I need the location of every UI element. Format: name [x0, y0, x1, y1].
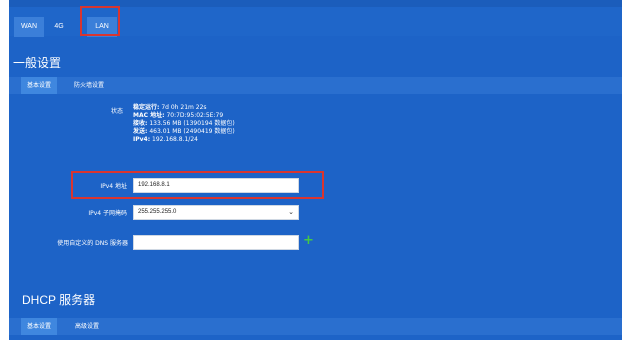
general-subtab-bar: 基本设置 防火墙设置 [9, 77, 622, 94]
tx-value: 463.01 MB (2490419 数据包) [149, 128, 235, 135]
ipv4-key: IPv4: [133, 136, 151, 143]
general-settings-title: 一般设置 [13, 56, 62, 70]
status-mac: MAC 地址: 70:7D:95:02:5E:79 [133, 112, 235, 120]
custom-dns-label: 使用自定义的 DNS 服务器 [57, 240, 128, 247]
left-margin [0, 0, 9, 340]
rx-key: 接收: [133, 120, 148, 127]
status-uptime: 稳定运行: 7d 0h 21m 22s [133, 104, 235, 112]
tab-wan[interactable]: WAN [14, 17, 44, 37]
status-ipv4: IPv4: 192.168.8.1/24 [133, 136, 235, 144]
uptime-key: 稳定运行: [133, 104, 160, 111]
highlight-lan-tab [80, 6, 120, 36]
subtab-firewall-settings[interactable]: 防火墙设置 [67, 77, 111, 94]
tab-4g[interactable]: 4G [48, 17, 70, 37]
dhcp-server-title: DHCP 服务器 [22, 293, 96, 307]
uptime-value: 7d 0h 21m 22s [161, 104, 207, 111]
tx-key: 发送: [133, 128, 148, 135]
chevron-down-icon: ⌄ [288, 209, 294, 216]
custom-dns-input[interactable] [133, 235, 299, 250]
highlight-ipv4-address [71, 171, 324, 199]
plus-icon[interactable]: + [303, 233, 314, 248]
status-info: 稳定运行: 7d 0h 21m 22s MAC 地址: 70:7D:95:02:… [133, 104, 235, 144]
status-rx: 接收: 133.56 MB (1390194 数据包) [133, 120, 235, 128]
netmask-value: 255.255.255.0 [138, 209, 177, 215]
netmask-label: IPv4 子网掩码 [88, 210, 127, 217]
subtab-dhcp-advanced[interactable]: 高级设置 [67, 318, 107, 335]
router-config-panel: WAN 4G LAN 一般设置 基本设置 防火墙设置 状态 稳定运行: 7d 0… [9, 0, 622, 340]
ipv4-value: 192.168.8.1/24 [152, 136, 198, 143]
rx-value: 133.56 MB (1390194 数据包) [149, 120, 235, 127]
subtab-basic-settings[interactable]: 基本设置 [21, 77, 57, 94]
mac-value: 70:7D:95:02:5E:79 [166, 112, 224, 119]
netmask-select[interactable]: 255.255.255.0 ⌄ [133, 205, 299, 220]
status-tx: 发送: 463.01 MB (2490419 数据包) [133, 128, 235, 136]
dhcp-subtab-bar: 基本设置 高级设置 [9, 318, 622, 335]
status-label: 状态 [110, 108, 123, 115]
subtab-dhcp-basic[interactable]: 基本设置 [21, 318, 57, 335]
mac-key: MAC 地址: [133, 112, 165, 119]
